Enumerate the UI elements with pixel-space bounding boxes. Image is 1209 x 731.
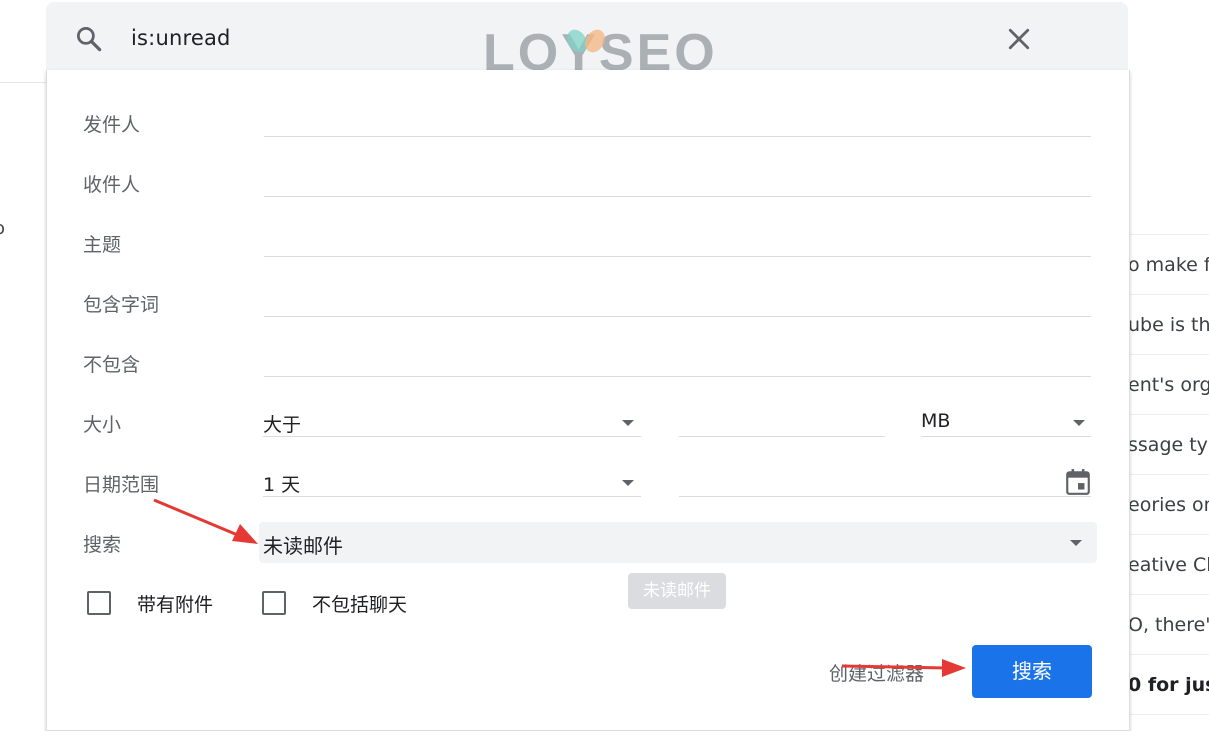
list-item[interactable]: eative Clo — [1128, 534, 1209, 594]
email-snippet: ent's org — [1128, 374, 1209, 396]
from-field[interactable] — [264, 136, 1091, 137]
email-snippet: eative Clo — [1128, 554, 1209, 576]
chevron-down-icon — [1073, 420, 1085, 426]
select-underline — [263, 436, 641, 437]
has-words-field[interactable] — [264, 316, 1091, 317]
list-item[interactable]: ent's org — [1128, 354, 1209, 414]
email-snippet: ssage typ — [1128, 434, 1209, 456]
tooltip: 未读邮件 — [628, 573, 726, 609]
email-snippet: eories on — [1128, 494, 1209, 516]
has-attachment-checkbox[interactable] — [87, 591, 111, 615]
chevron-down-icon — [1070, 540, 1082, 546]
size-operator-value: 大于 — [263, 414, 302, 436]
background-fragment: o — [0, 218, 5, 239]
date-range-label: 日期范围 — [83, 474, 160, 496]
search-input[interactable]: is:unread — [131, 26, 231, 50]
list-item[interactable]: ssage typ — [1128, 414, 1209, 474]
to-label: 收件人 — [83, 174, 141, 196]
date-field[interactable] — [679, 496, 1091, 497]
email-snippet: o make fu — [1128, 254, 1209, 276]
email-snippet: ube is the — [1128, 314, 1209, 336]
select-underline — [921, 436, 1091, 437]
exclude-chats-checkbox[interactable] — [262, 591, 286, 615]
background-email-list: o make fu ube is the ent's org ssage typ… — [1128, 234, 1209, 714]
search-in-label: 搜索 — [83, 534, 122, 556]
create-filter-link[interactable]: 创建过滤器 — [829, 659, 924, 686]
has-attachment-label: 带有附件 — [137, 594, 214, 616]
email-snippet: O, there's — [1128, 614, 1209, 636]
advanced-search-panel: 发件人 收件人 主题 包含字词 不包含 大小 大于 MB 日期范围 1 天 搜索… — [46, 70, 1130, 731]
email-snippet: 0 for just — [1128, 674, 1209, 696]
search-button[interactable]: 搜索 — [972, 645, 1092, 698]
list-item[interactable]: eories on — [1128, 474, 1209, 534]
subject-field[interactable] — [264, 256, 1091, 257]
subject-label: 主题 — [83, 234, 122, 256]
from-label: 发件人 — [83, 114, 141, 136]
background-divider — [0, 82, 46, 83]
leaf-icon — [567, 29, 605, 53]
search-icon[interactable] — [74, 24, 104, 54]
background-divider — [1128, 714, 1209, 715]
exclude-chats-label: 不包括聊天 — [312, 594, 408, 616]
close-icon[interactable] — [1004, 24, 1034, 54]
list-item[interactable]: o make fu — [1128, 234, 1209, 294]
chevron-down-icon — [622, 480, 634, 486]
has-words-label: 包含字词 — [83, 294, 160, 316]
list-item[interactable]: ube is the — [1128, 294, 1209, 354]
calendar-icon[interactable] — [1065, 468, 1091, 496]
doesnt-have-label: 不包含 — [83, 354, 141, 376]
doesnt-have-field[interactable] — [264, 376, 1091, 377]
size-label: 大小 — [83, 414, 122, 436]
list-item[interactable]: 0 for just — [1128, 654, 1209, 714]
search-in-value: 未读邮件 — [263, 534, 343, 558]
select-underline — [263, 496, 641, 497]
size-unit-value: MB — [921, 410, 951, 432]
chevron-down-icon — [622, 420, 634, 426]
to-field[interactable] — [264, 196, 1091, 197]
date-range-value: 1 天 — [263, 474, 301, 496]
list-item[interactable]: O, there's — [1128, 594, 1209, 654]
size-value-field[interactable] — [679, 436, 885, 437]
search-in-select[interactable]: 未读邮件 — [259, 522, 1097, 563]
